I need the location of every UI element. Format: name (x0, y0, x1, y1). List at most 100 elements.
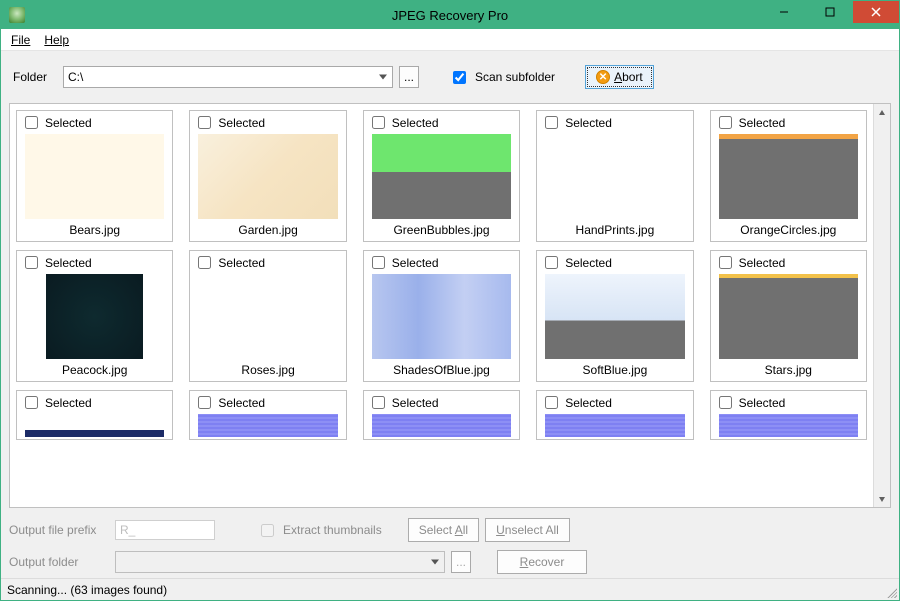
card-header: Selected (17, 391, 172, 414)
thumbnail-grid: SelectedBears.jpgSelectedGarden.jpgSelec… (16, 110, 867, 440)
prefix-row: Output file prefix Extract thumbnails Se… (9, 518, 891, 542)
selected-checkbox[interactable] (198, 116, 211, 129)
output-folder-combo-wrap (115, 551, 445, 573)
menu-file[interactable]: File (5, 31, 36, 49)
minimize-button[interactable] (761, 1, 807, 23)
thumbnail-caption: Stars.jpg (711, 361, 866, 381)
title-bar[interactable]: JPEG Recovery Pro (1, 1, 899, 29)
thumbnail-caption: OrangeCircles.jpg (711, 221, 866, 241)
thumbnail-card[interactable]: Selected (710, 390, 867, 440)
thumbnail-card[interactable]: Selected Bears.jpg (16, 110, 173, 242)
selected-label: Selected (565, 396, 612, 410)
thumbnail-image (372, 134, 511, 219)
thumbnail-image (198, 134, 337, 219)
close-button[interactable] (853, 1, 899, 23)
menu-help[interactable]: Help (38, 31, 75, 49)
thumbnail-card[interactable]: Selected (16, 390, 173, 440)
thumbnail-card[interactable]: Selected (536, 390, 693, 440)
selected-checkbox[interactable] (25, 256, 38, 269)
folder-browse-button[interactable]: ... (399, 66, 419, 88)
card-header: Selected (537, 391, 692, 414)
thumbnail-card[interactable]: Selected ShadesOfBlue.jpg (363, 250, 520, 382)
thumbnail-image (719, 414, 858, 437)
selected-checkbox[interactable] (372, 256, 385, 269)
card-header: Selected (711, 111, 866, 134)
card-header: Selected (190, 111, 345, 134)
thumbnail-caption: Peacock.jpg (17, 361, 172, 381)
card-header: Selected (537, 251, 692, 274)
thumbnail-caption: Garden.jpg (190, 221, 345, 241)
selected-checkbox[interactable] (545, 116, 558, 129)
selected-label: Selected (392, 256, 439, 270)
card-header: Selected (17, 251, 172, 274)
scan-subfolder-checkbox[interactable] (453, 71, 466, 84)
selected-checkbox[interactable] (545, 396, 558, 409)
thumbnail-card[interactable]: Selected (189, 390, 346, 440)
selected-label: Selected (218, 396, 265, 410)
thumbnail-image (545, 134, 684, 219)
selected-label: Selected (45, 116, 92, 130)
output-folder-label: Output folder (9, 555, 109, 569)
selected-checkbox[interactable] (719, 116, 732, 129)
card-header: Selected (364, 251, 519, 274)
thumbnail-card[interactable]: SelectedSoftBlue.jpg (536, 250, 693, 382)
thumbnail-card[interactable]: Selected Garden.jpg (189, 110, 346, 242)
thumbnail-card[interactable]: SelectedHandPrints.jpg (536, 110, 693, 242)
thumbnail-card[interactable]: SelectedGreenBubbles.jpg (363, 110, 520, 242)
card-header: Selected (190, 391, 345, 414)
maximize-button[interactable] (807, 1, 853, 23)
output-folder-browse-button[interactable]: ... (451, 551, 471, 573)
vertical-scrollbar[interactable] (873, 104, 890, 507)
output-folder-combo[interactable] (115, 551, 445, 573)
selected-checkbox[interactable] (372, 396, 385, 409)
folder-combo-wrap: C:\ (63, 66, 393, 88)
scroll-up-icon[interactable] (874, 104, 890, 121)
thumbnail-image (719, 274, 858, 359)
resize-grip-icon[interactable] (885, 586, 897, 598)
thumbnail-image (198, 274, 337, 359)
selected-label: Selected (739, 396, 786, 410)
output-prefix-label: Output file prefix (9, 523, 109, 537)
status-bar: Scanning... (63 images found) (1, 578, 899, 600)
selected-label: Selected (739, 116, 786, 130)
selected-label: Selected (45, 256, 92, 270)
thumbnail-caption: Bears.jpg (17, 221, 172, 241)
extract-thumbnails-checkbox[interactable] (261, 524, 274, 537)
card-header: Selected (711, 391, 866, 414)
thumbnail-image (372, 274, 511, 359)
selected-checkbox[interactable] (719, 256, 732, 269)
scroll-down-icon[interactable] (874, 490, 890, 507)
selected-checkbox[interactable] (25, 396, 38, 409)
window-controls (761, 1, 899, 29)
abort-button[interactable]: ✕ Abort (585, 65, 654, 89)
thumbnail-image (25, 134, 164, 219)
card-header: Selected (537, 111, 692, 134)
selected-checkbox[interactable] (198, 256, 211, 269)
selected-checkbox[interactable] (545, 256, 558, 269)
thumbnail-card[interactable]: SelectedStars.jpg (710, 250, 867, 382)
recover-button[interactable]: Recover (497, 550, 587, 574)
select-all-button[interactable]: Select All (408, 518, 479, 542)
thumbnail-caption: ShadesOfBlue.jpg (364, 361, 519, 381)
unselect-all-button[interactable]: Unselect All (485, 518, 570, 542)
thumbnail-image (719, 134, 858, 219)
thumbnail-card[interactable]: SelectedRoses.jpg (189, 250, 346, 382)
output-prefix-input[interactable] (115, 520, 215, 540)
menu-bar: File Help (1, 29, 899, 51)
thumbnail-caption: Roses.jpg (190, 361, 345, 381)
selected-checkbox[interactable] (372, 116, 385, 129)
selected-checkbox[interactable] (198, 396, 211, 409)
folder-combo[interactable]: C:\ (63, 66, 393, 88)
status-text: Scanning... (63 images found) (7, 583, 167, 597)
thumbnail-image (198, 414, 337, 437)
selected-checkbox[interactable] (719, 396, 732, 409)
selected-label: Selected (218, 116, 265, 130)
thumbnail-card[interactable]: Selected Peacock.jpg (16, 250, 173, 382)
thumbnail-card[interactable]: Selected OrangeCircles.jpg (710, 110, 867, 242)
thumbnail-image (545, 274, 684, 359)
extract-thumbnails-label: Extract thumbnails (283, 523, 382, 537)
thumbnail-image (25, 274, 164, 359)
thumbnail-card[interactable]: Selected (363, 390, 520, 440)
selected-checkbox[interactable] (25, 116, 38, 129)
selected-label: Selected (392, 116, 439, 130)
